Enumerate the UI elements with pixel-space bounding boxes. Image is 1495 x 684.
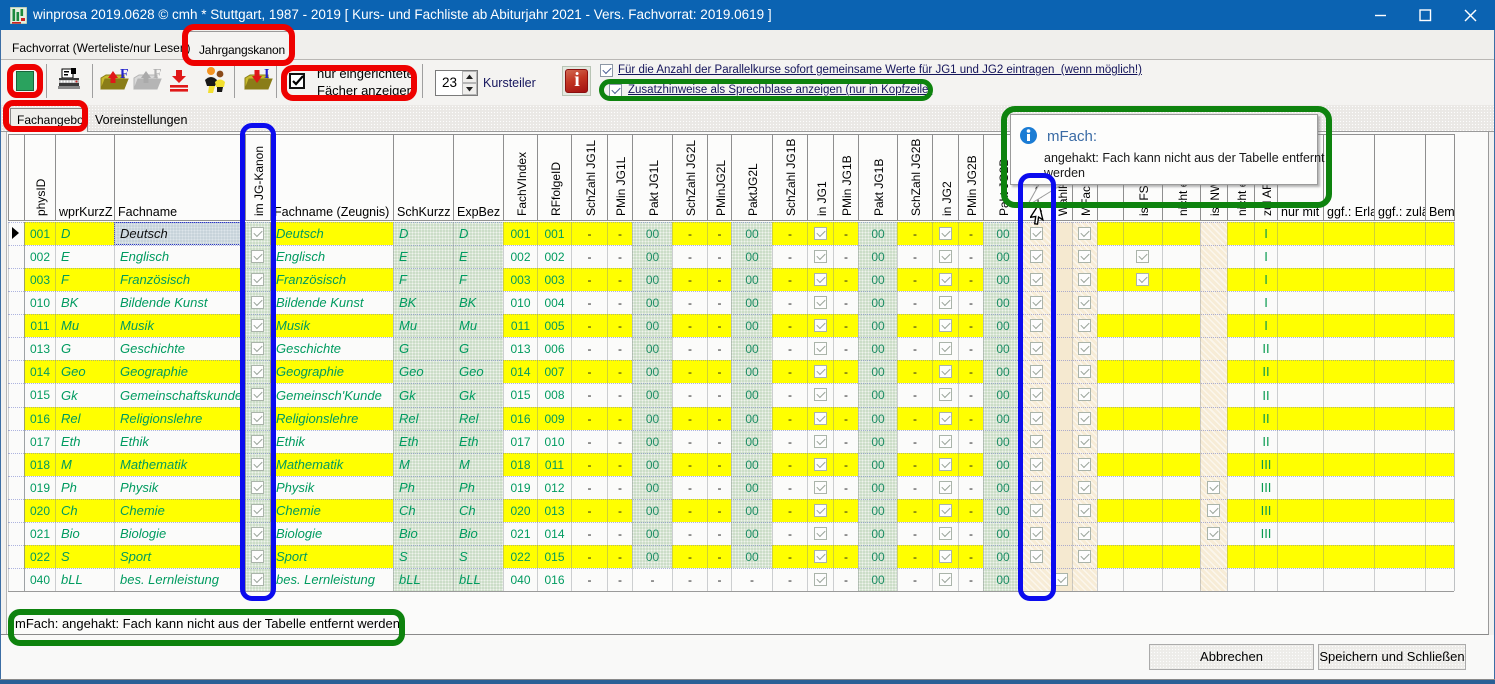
svg-text:F: F [120, 67, 129, 82]
svg-text:F: F [153, 67, 162, 82]
svg-text:I: I [264, 67, 269, 82]
